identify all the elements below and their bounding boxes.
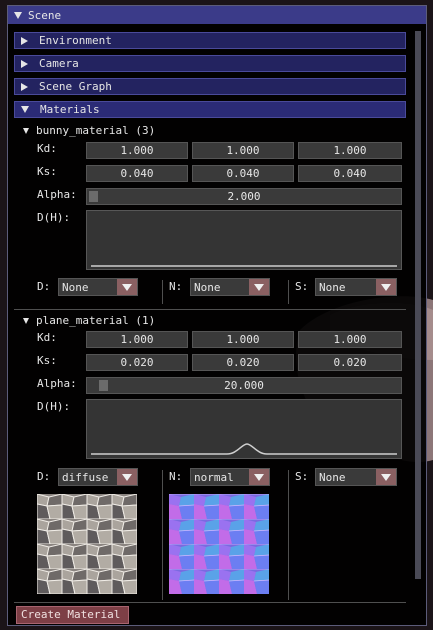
window-title: Scene (28, 8, 62, 22)
slider-grab[interactable] (99, 380, 108, 391)
normal-texture-preview (169, 494, 269, 594)
dh-label: D(H): (37, 400, 71, 413)
dropdown-arrow-icon[interactable] (117, 279, 137, 295)
dh-curve (91, 443, 397, 455)
column-divider (288, 470, 289, 600)
kd-b-input[interactable]: 1.000 (298, 142, 402, 159)
kd-label: Kd: (37, 142, 57, 155)
dh-curve (91, 265, 397, 267)
section-header-materials[interactable]: Materials (14, 101, 406, 118)
combo-value: diffuse (62, 471, 109, 484)
kd-r-input[interactable]: 1.000 (86, 142, 188, 159)
kd-b-input[interactable]: 1.000 (298, 331, 402, 348)
combo-value: normal (194, 471, 234, 484)
collapse-icon (23, 127, 29, 134)
dh-label: D(H): (37, 211, 71, 224)
alpha-value: 2.000 (227, 190, 261, 203)
collapse-icon[interactable] (14, 11, 22, 19)
specular-texture-label: S: (295, 470, 309, 483)
slider-grab[interactable] (89, 191, 98, 202)
combo-value: None (62, 281, 89, 294)
specular-texture-combo[interactable]: None (315, 278, 397, 296)
expand-icon (21, 59, 28, 68)
collapse-icon (23, 317, 29, 324)
column-divider (162, 470, 163, 600)
ks-label: Ks: (37, 165, 57, 178)
collapse-icon (21, 106, 29, 113)
dropdown-arrow-icon[interactable] (249, 279, 269, 295)
section-header-scene-graph[interactable]: Scene Graph (14, 78, 406, 95)
dh-plot (86, 210, 402, 270)
ks-b-input[interactable]: 0.020 (298, 354, 402, 371)
section-header-camera[interactable]: Camera (14, 55, 406, 72)
dh-plot (86, 399, 402, 459)
alpha-label: Alpha: (37, 377, 77, 390)
section-label: Materials (40, 103, 100, 116)
column-divider (162, 280, 163, 304)
tree-node-plane-material[interactable]: plane_material (1) (23, 314, 155, 327)
normal-texture-combo[interactable]: normal (190, 468, 270, 486)
dropdown-arrow-icon[interactable] (376, 279, 396, 295)
section-header-environment[interactable]: Environment (14, 32, 406, 49)
material-separator (14, 309, 406, 310)
combo-value: None (319, 471, 346, 484)
section-label: Camera (39, 57, 79, 70)
normal-texture-combo[interactable]: None (190, 278, 270, 296)
ks-label: Ks: (37, 354, 57, 367)
normal-texture-label: N: (169, 280, 183, 293)
diffuse-texture-combo[interactable]: diffuse (58, 468, 138, 486)
alpha-slider[interactable]: 2.000 (86, 188, 402, 205)
kd-label: Kd: (37, 331, 57, 344)
window-title-bar[interactable]: Scene (8, 6, 426, 24)
scrollbar[interactable] (415, 31, 421, 579)
alpha-label: Alpha: (37, 188, 77, 201)
dropdown-arrow-icon[interactable] (117, 469, 137, 485)
diffuse-texture-combo[interactable]: None (58, 278, 138, 296)
combo-value: None (319, 281, 346, 294)
footer-separator (14, 602, 406, 603)
dropdown-arrow-icon[interactable] (249, 469, 269, 485)
kd-g-input[interactable]: 1.000 (192, 331, 294, 348)
ks-g-input[interactable]: 0.020 (192, 354, 294, 371)
diffuse-texture-label: D: (37, 470, 51, 483)
diffuse-texture-preview (37, 494, 137, 594)
normal-texture-label: N: (169, 470, 183, 483)
kd-r-input[interactable]: 1.000 (86, 331, 188, 348)
dropdown-arrow-icon[interactable] (376, 469, 396, 485)
section-label: Environment (39, 34, 112, 47)
ks-r-input[interactable]: 0.020 (86, 354, 188, 371)
scrollbar-grab[interactable] (415, 31, 421, 579)
section-label: Scene Graph (39, 80, 112, 93)
alpha-slider[interactable]: 20.000 (86, 377, 402, 394)
ks-g-input[interactable]: 0.040 (192, 165, 294, 182)
ks-b-input[interactable]: 0.040 (298, 165, 402, 182)
tree-node-bunny-material[interactable]: bunny_material (3) (23, 124, 155, 137)
alpha-value: 20.000 (224, 379, 264, 392)
create-material-button[interactable]: Create Material (16, 606, 129, 624)
scene-window: Scene Environment Camera Scene Graph Mat… (7, 5, 427, 626)
expand-icon (21, 36, 28, 45)
specular-texture-label: S: (295, 280, 309, 293)
combo-value: None (194, 281, 221, 294)
ks-r-input[interactable]: 0.040 (86, 165, 188, 182)
specular-texture-combo[interactable]: None (315, 468, 397, 486)
kd-g-input[interactable]: 1.000 (192, 142, 294, 159)
material-name: bunny_material (3) (36, 124, 156, 137)
material-name: plane_material (1) (36, 314, 156, 327)
expand-icon (21, 82, 28, 91)
column-divider (288, 280, 289, 304)
diffuse-texture-label: D: (37, 280, 51, 293)
